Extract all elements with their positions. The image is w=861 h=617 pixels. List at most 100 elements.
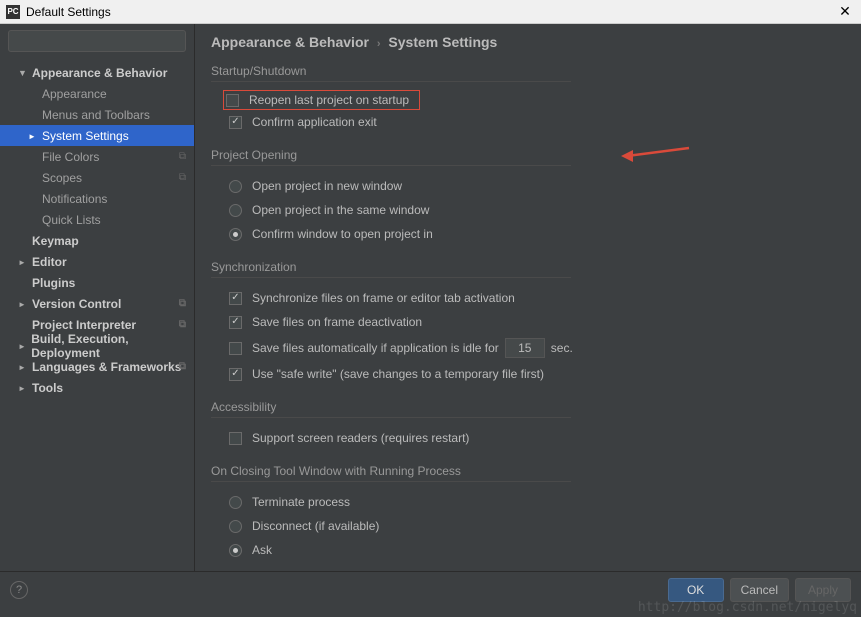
open-same-window-radio[interactable]	[229, 204, 242, 217]
sidebar-item-appearance[interactable]: Appearance	[0, 83, 194, 104]
sidebar-item-label: Appearance & Behavior	[32, 66, 167, 80]
save-idle-checkbox[interactable]	[229, 342, 242, 355]
chevron-right-icon[interactable]	[18, 383, 28, 393]
save-deactivation-label: Save files on frame deactivation	[252, 315, 422, 329]
sidebar-item-label: Keymap	[32, 234, 79, 248]
titlebar: PC Default Settings ✕	[0, 0, 861, 24]
search-input[interactable]	[8, 30, 186, 52]
sidebar-item-label: Tools	[32, 381, 63, 395]
section-title: Accessibility	[211, 400, 571, 418]
content: Appearance & Behavior Appearance Menus and…	[0, 24, 861, 574]
footer: ? OK Cancel Apply	[0, 571, 861, 607]
section-synchronization: Synchronization Synchronize files on fra…	[211, 260, 845, 386]
section-accessibility: Accessibility Support screen readers (re…	[211, 400, 845, 450]
sidebar-item-label: Plugins	[32, 276, 75, 290]
close-icon[interactable]: ✕	[835, 3, 855, 20]
confirm-window-label: Confirm window to open project in	[252, 227, 433, 241]
sidebar-item-tools[interactable]: Tools	[0, 377, 194, 398]
breadcrumb-separator: ›	[377, 38, 381, 50]
reopen-label: Reopen last project on startup	[249, 93, 409, 107]
safe-write-checkbox[interactable]	[229, 368, 242, 381]
sidebar-item-label: System Settings	[42, 129, 129, 143]
sidebar-item-languages-frameworks[interactable]: Languages & Frameworks⧉	[0, 356, 194, 377]
sync-activation-checkbox[interactable]	[229, 292, 242, 305]
idle-suffix: sec.	[551, 341, 573, 355]
sidebar-item-system-settings[interactable]: System Settings	[0, 125, 194, 146]
sidebar-item-label: Scopes	[42, 171, 82, 185]
breadcrumb-part: System Settings	[388, 34, 497, 50]
sidebar-item-quick-lists[interactable]: Quick Lists	[0, 209, 194, 230]
main-panel: Appearance & Behavior › System Settings …	[195, 24, 861, 574]
section-title: Synchronization	[211, 260, 571, 278]
project-scope-icon: ⧉	[179, 151, 186, 162]
sidebar-item-label: Languages & Frameworks	[32, 360, 181, 374]
sidebar-item-label: File Colors	[42, 150, 99, 164]
ask-radio[interactable]	[229, 544, 242, 557]
sidebar-item-label: Menus and Toolbars	[42, 108, 150, 122]
sidebar-item-notifications[interactable]: Notifications	[0, 188, 194, 209]
section-title: Project Opening	[211, 148, 571, 166]
apply-button[interactable]: Apply	[795, 578, 851, 602]
section-closing-tool-window: On Closing Tool Window with Running Proc…	[211, 464, 845, 562]
sidebar-item-label: Version Control	[32, 297, 121, 311]
save-deactivation-checkbox[interactable]	[229, 316, 242, 329]
project-scope-icon: ⧉	[179, 361, 186, 372]
search-wrap	[0, 24, 194, 58]
safe-write-label: Use "safe write" (save changes to a temp…	[252, 367, 544, 381]
section-startup: Startup/Shutdown Reopen last project on …	[211, 64, 845, 134]
settings-tree: Appearance & Behavior Appearance Menus and…	[0, 58, 194, 398]
chevron-right-icon[interactable]	[18, 362, 28, 372]
confirm-exit-checkbox[interactable]	[229, 116, 242, 129]
app-icon: PC	[6, 5, 20, 19]
project-scope-icon: ⧉	[179, 298, 186, 309]
open-new-window-radio[interactable]	[229, 180, 242, 193]
sync-activation-label: Synchronize files on frame or editor tab…	[252, 291, 515, 305]
sidebar-item-label: Appearance	[42, 87, 107, 101]
project-scope-icon: ⧉	[179, 319, 186, 330]
sidebar-item-version-control[interactable]: Version Control ⧉	[0, 293, 194, 314]
sidebar-item-plugins[interactable]: Plugins	[0, 272, 194, 293]
idle-seconds-input[interactable]	[505, 338, 545, 358]
help-icon[interactable]: ?	[10, 581, 28, 599]
project-scope-icon: ⧉	[179, 172, 186, 183]
sidebar-item-label: Editor	[32, 255, 67, 269]
breadcrumb-part[interactable]: Appearance & Behavior	[211, 34, 369, 50]
highlight-reopen: Reopen last project on startup	[223, 90, 420, 110]
ask-label: Ask	[252, 543, 272, 557]
sidebar-item-file-colors[interactable]: File Colors ⧉	[0, 146, 194, 167]
terminate-radio[interactable]	[229, 496, 242, 509]
annotation-arrow-icon	[621, 144, 691, 166]
confirm-window-radio[interactable]	[229, 228, 242, 241]
terminate-label: Terminate process	[252, 495, 350, 509]
chevron-right-icon[interactable]	[18, 257, 28, 267]
open-new-window-label: Open project in new window	[252, 179, 402, 193]
confirm-exit-label: Confirm application exit	[252, 115, 377, 129]
screen-readers-checkbox[interactable]	[229, 432, 242, 445]
sidebar-item-scopes[interactable]: Scopes ⧉	[0, 167, 194, 188]
chevron-right-icon[interactable]	[28, 131, 38, 141]
sidebar-item-appearance-behavior[interactable]: Appearance & Behavior	[0, 62, 194, 83]
breadcrumb: Appearance & Behavior › System Settings	[211, 34, 845, 50]
ok-button[interactable]: OK	[668, 578, 724, 602]
sidebar: Appearance & Behavior Appearance Menus and…	[0, 24, 195, 574]
reopen-checkbox[interactable]	[226, 94, 239, 107]
disconnect-label: Disconnect (if available)	[252, 519, 379, 533]
chevron-right-icon[interactable]	[18, 299, 28, 309]
sidebar-item-label: Project Interpreter	[32, 318, 136, 332]
screen-readers-label: Support screen readers (requires restart…	[252, 431, 469, 445]
sidebar-item-build-execution-deployment[interactable]: Build, Execution, Deployment	[0, 335, 194, 356]
chevron-right-icon[interactable]	[18, 341, 27, 351]
save-idle-label: Save files automatically if application …	[252, 341, 499, 355]
chevron-down-icon[interactable]	[18, 68, 28, 78]
section-project-opening: Project Opening Open project in new wind…	[211, 148, 845, 246]
sidebar-item-label: Quick Lists	[42, 213, 101, 227]
cancel-button[interactable]: Cancel	[730, 578, 789, 602]
window-title: Default Settings	[26, 5, 835, 19]
open-same-window-label: Open project in the same window	[252, 203, 429, 217]
section-title: On Closing Tool Window with Running Proc…	[211, 464, 571, 482]
disconnect-radio[interactable]	[229, 520, 242, 533]
sidebar-item-label: Notifications	[42, 192, 107, 206]
sidebar-item-editor[interactable]: Editor	[0, 251, 194, 272]
sidebar-item-keymap[interactable]: Keymap	[0, 230, 194, 251]
sidebar-item-menus-and-toolbars[interactable]: Menus and Toolbars	[0, 104, 194, 125]
